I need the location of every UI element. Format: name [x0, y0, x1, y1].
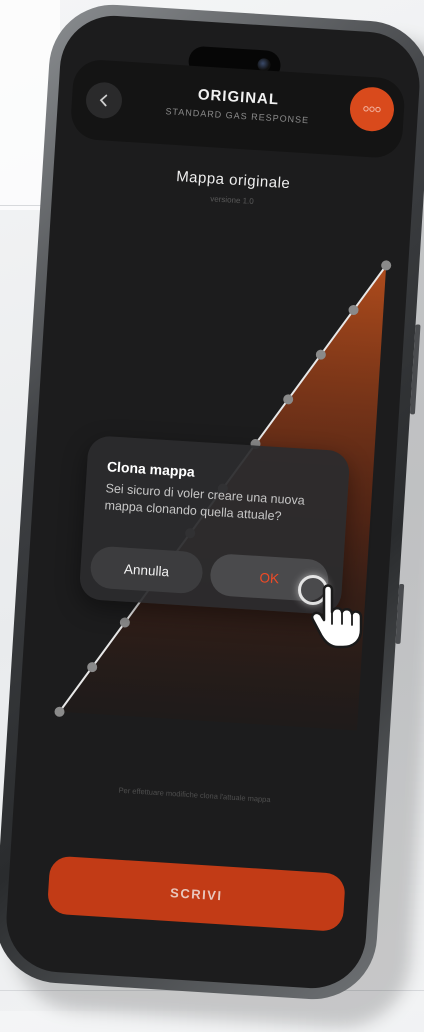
phone-frame: ORIGINAL STANDARD GAS RESPONSE Mappa ori… — [0, 0, 424, 1004]
dialog-message: Sei sicuro di voler creare una nuova map… — [104, 481, 306, 524]
cancel-button[interactable]: Annulla — [89, 545, 204, 595]
app-screen: ORIGINAL STANDARD GAS RESPONSE Mappa ori… — [3, 12, 423, 992]
dialog-title: Clona mappa — [106, 458, 196, 480]
tap-hand-icon — [311, 584, 363, 649]
more-dots-icon — [363, 106, 381, 113]
